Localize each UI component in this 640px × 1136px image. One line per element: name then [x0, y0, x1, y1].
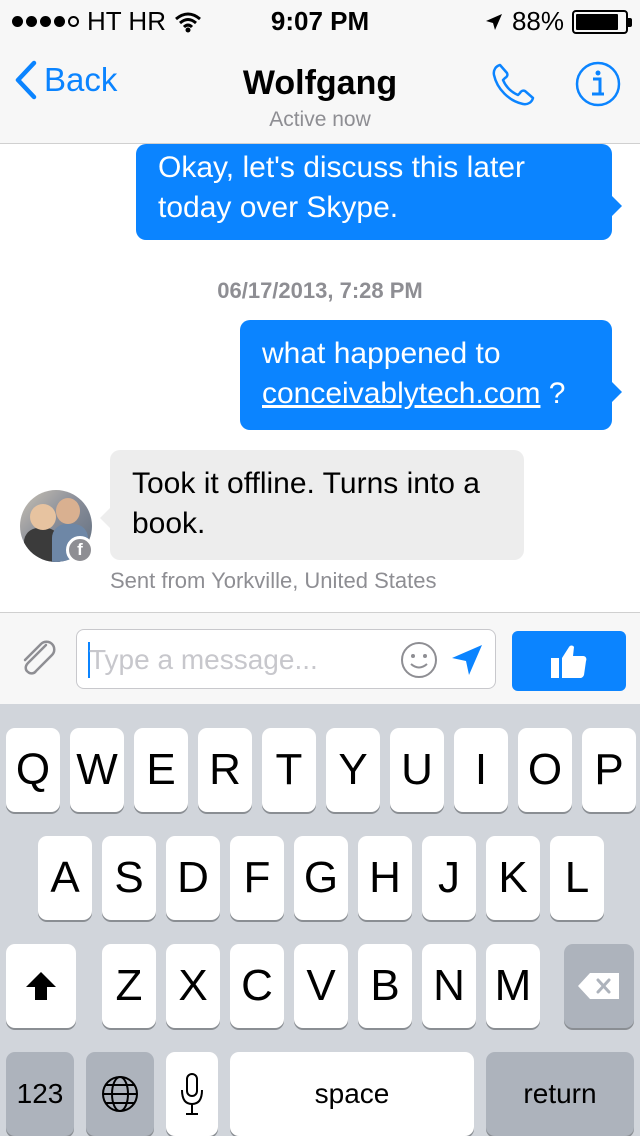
key-x[interactable]: X — [166, 944, 220, 1028]
message-suffix: ? — [540, 377, 566, 410]
message-line: book. — [132, 507, 206, 540]
key-n[interactable]: N — [422, 944, 476, 1028]
keyboard: Q W E R T Y U I O P A S D F G H J K L Z … — [0, 704, 640, 1136]
delete-key[interactable] — [564, 944, 634, 1028]
message-line: what happened to — [262, 337, 501, 370]
status-bar: HT HR 9:07 PM 88% — [0, 0, 640, 40]
message-line: conceivablytech.com ? — [262, 374, 590, 414]
dictation-key[interactable] — [166, 1052, 218, 1136]
phone-icon[interactable] — [488, 60, 538, 110]
battery-percent: 88% — [511, 6, 564, 36]
key-r[interactable]: R — [198, 728, 252, 812]
key-t[interactable]: T — [262, 728, 316, 812]
key-y[interactable]: Y — [326, 728, 380, 812]
backspace-icon — [578, 973, 619, 999]
shift-key[interactable] — [6, 944, 76, 1028]
space-key[interactable]: space — [230, 1052, 474, 1136]
thumbs-up-icon — [551, 645, 587, 678]
key-p[interactable]: P — [582, 728, 636, 812]
send-location-icon[interactable] — [449, 642, 485, 678]
globe-icon — [102, 1076, 138, 1112]
key-k[interactable]: K — [486, 836, 540, 920]
paperclip-icon[interactable] — [16, 635, 60, 679]
message-timestamp: 06/17/2013, 7:28 PM — [217, 278, 423, 303]
key-s[interactable]: S — [102, 836, 156, 920]
message-bubble-outgoing[interactable]: Okay, let's discuss this later today ove… — [136, 144, 622, 240]
key-w[interactable]: W — [70, 728, 124, 812]
presence-status: Active now — [269, 108, 371, 131]
nav-bar: Back Wolfgang Active now — [0, 40, 640, 144]
numbers-key[interactable]: 123 — [6, 1052, 74, 1136]
key-v[interactable]: V — [294, 944, 348, 1028]
key-l[interactable]: L — [550, 836, 604, 920]
key-h[interactable]: H — [358, 836, 412, 920]
message-line: Okay, let's discuss this later — [158, 151, 525, 184]
message-input[interactable]: Type a message... — [76, 629, 496, 689]
key-b[interactable]: B — [358, 944, 412, 1028]
shift-arrow-icon — [26, 972, 56, 1000]
message-line: today over Skype. — [158, 191, 399, 224]
key-a[interactable]: A — [38, 836, 92, 920]
message-bubble-incoming[interactable]: Took it offline. Turns into a book. — [100, 450, 524, 560]
battery-level — [576, 13, 619, 30]
contact-name: Wolfgang — [242, 64, 398, 102]
key-c[interactable]: C — [230, 944, 284, 1028]
message-line: Took it offline. Turns into a — [132, 467, 480, 500]
key-d[interactable]: D — [166, 836, 220, 920]
globe-key[interactable] — [86, 1052, 154, 1136]
info-icon[interactable] — [574, 60, 622, 108]
sent-from-location: Sent from Yorkville, United States — [110, 568, 437, 593]
battery-icon — [572, 9, 632, 34]
message-link[interactable]: conceivablytech.com — [262, 377, 540, 410]
like-button[interactable] — [512, 631, 626, 691]
key-z[interactable]: Z — [102, 944, 156, 1028]
status-right: 88% — [484, 6, 632, 37]
key-f[interactable]: F — [230, 836, 284, 920]
emoji-smile-icon[interactable] — [399, 640, 439, 680]
microphone-icon — [181, 1073, 203, 1115]
facebook-badge-icon: f — [66, 536, 94, 564]
key-g[interactable]: G — [294, 836, 348, 920]
key-j[interactable]: J — [422, 836, 476, 920]
key-i[interactable]: I — [454, 728, 508, 812]
key-o[interactable]: O — [518, 728, 572, 812]
key-e[interactable]: E — [134, 728, 188, 812]
message-composer: Type a message... — [0, 612, 640, 704]
message-placeholder: Type a message... — [89, 644, 318, 675]
key-m[interactable]: M — [486, 944, 540, 1028]
key-u[interactable]: U — [390, 728, 444, 812]
location-arrow-icon — [485, 13, 502, 30]
key-q[interactable]: Q — [6, 728, 60, 812]
return-key[interactable]: return — [486, 1052, 634, 1136]
message-bubble-outgoing[interactable]: what happened to conceivablytech.com ? — [240, 320, 622, 430]
